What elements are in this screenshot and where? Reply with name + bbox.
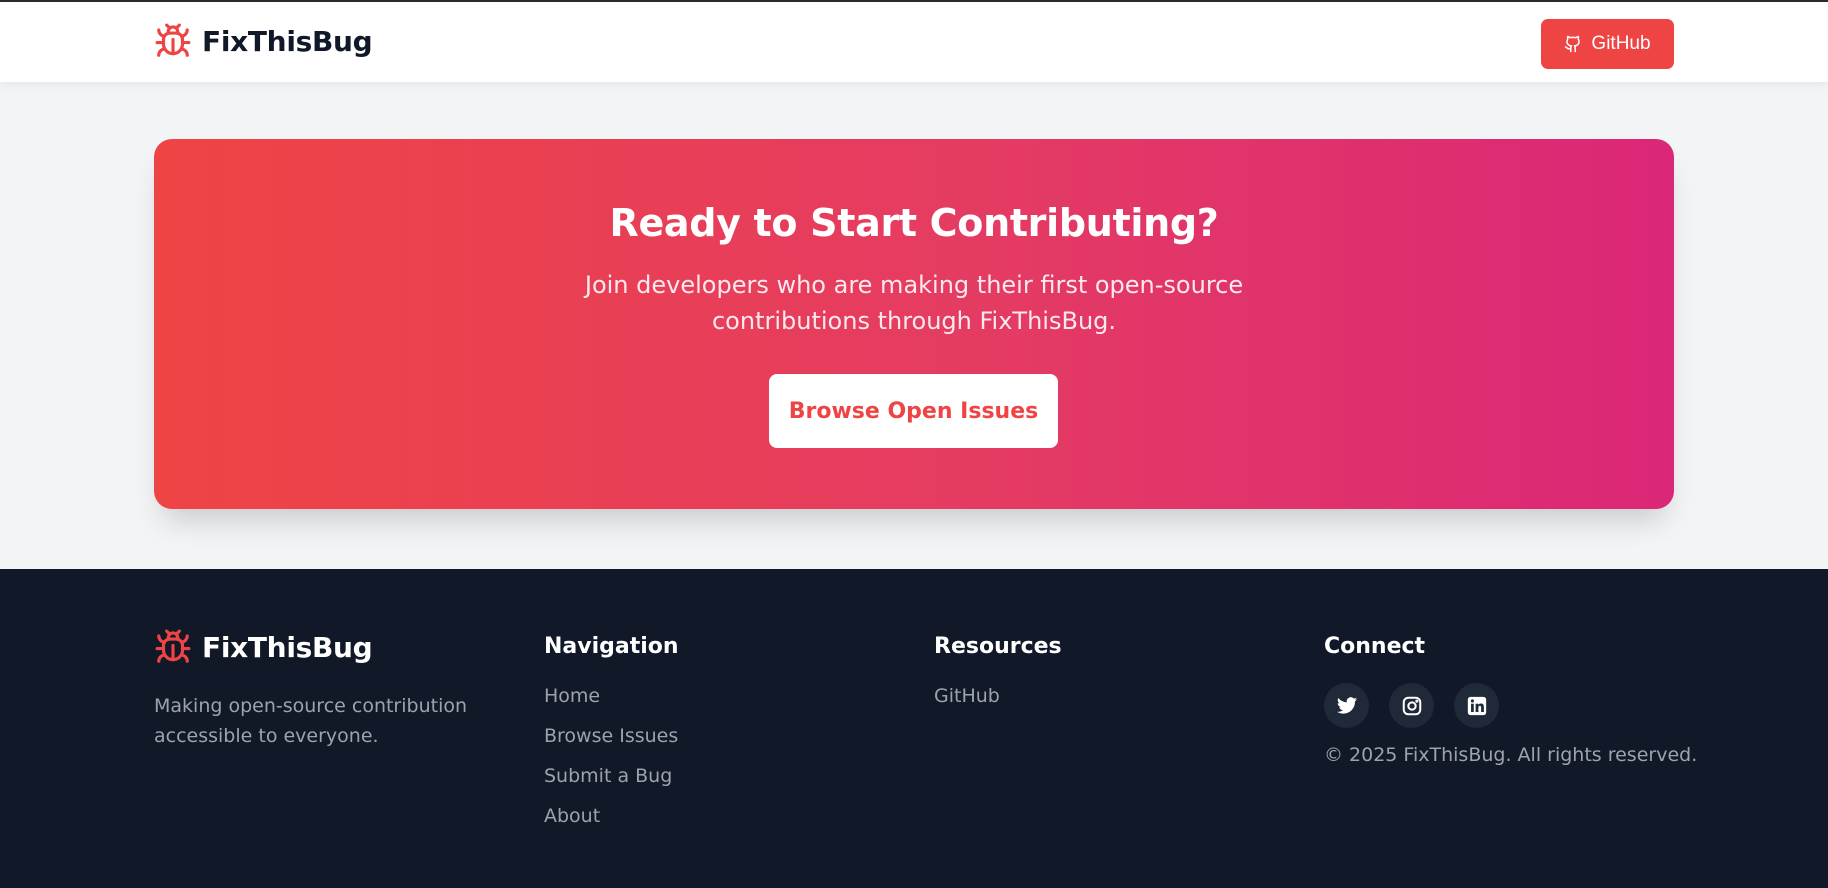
browse-open-issues-button[interactable]: Browse Open Issues [769, 374, 1058, 448]
twitter-icon [1336, 696, 1357, 714]
footer-link-submit-bug[interactable]: Submit a Bug [544, 763, 679, 803]
footer-connect: Connect © 2025 FixThisBug. All rights re… [1324, 633, 1697, 766]
footer-link-browse-issues[interactable]: Browse Issues [544, 723, 679, 763]
cta-banner: Ready to Start Contributing? Join develo… [154, 139, 1674, 509]
brand-name: FixThisBug [202, 24, 373, 58]
brand-logo-link[interactable]: FixThisBug [154, 22, 373, 60]
footer-connect-title: Connect [1324, 634, 1426, 659]
bug-icon [155, 629, 191, 663]
cta-title: Ready to Start Contributing? [609, 201, 1219, 245]
github-button[interactable]: GitHub [1541, 19, 1674, 69]
site-footer: FixThisBug Making open-source contributi… [0, 569, 1828, 888]
footer-tagline: Making open-source contribution accessib… [154, 695, 468, 747]
github-icon [1565, 35, 1581, 53]
twitter-link[interactable] [1324, 683, 1369, 728]
instagram-link[interactable] [1389, 683, 1434, 728]
footer-navigation-title: Navigation [544, 634, 679, 659]
footer-resources-title: Resources [934, 634, 1062, 659]
github-button-label: GitHub [1591, 33, 1651, 54]
footer-brand-name: FixThisBug [202, 630, 373, 664]
site-header: FixThisBug GitHub [0, 0, 1828, 82]
linkedin-icon [1467, 696, 1486, 715]
footer-link-github[interactable]: GitHub [934, 683, 1062, 723]
cta-subtitle: Join developers who are making their fir… [584, 271, 1244, 335]
copyright-text: © 2025 FixThisBug. All rights reserved. [1324, 744, 1698, 766]
footer-link-about[interactable]: About [544, 803, 679, 843]
footer-brand: FixThisBug [154, 628, 373, 666]
footer-navigation: Navigation Home Browse Issues Submit a B… [544, 633, 679, 843]
linkedin-link[interactable] [1454, 683, 1499, 728]
footer-link-home[interactable]: Home [544, 683, 679, 723]
social-links [1324, 683, 1697, 728]
footer-resources: Resources GitHub [934, 633, 1062, 723]
instagram-icon [1402, 696, 1421, 715]
bug-icon [155, 23, 191, 57]
